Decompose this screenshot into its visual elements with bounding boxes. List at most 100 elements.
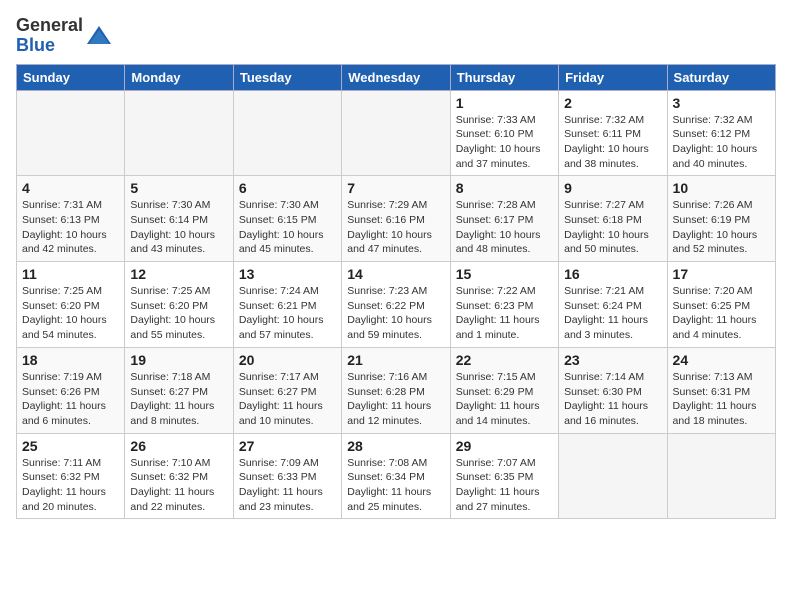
day-cell-27: 27 Sunrise: 7:09 AM Sunset: 6:33 PM Dayli… <box>233 433 341 519</box>
weekday-header-tuesday: Tuesday <box>233 64 341 90</box>
week-row-5: 25 Sunrise: 7:11 AM Sunset: 6:32 PM Dayli… <box>17 433 776 519</box>
day-cell-empty <box>342 90 450 176</box>
day-cell-1: 1 Sunrise: 7:33 AM Sunset: 6:10 PM Daylig… <box>450 90 558 176</box>
day-number: 26 <box>130 438 227 454</box>
day-cell-empty <box>17 90 125 176</box>
day-info: Sunrise: 7:21 AM Sunset: 6:24 PM Dayligh… <box>564 284 661 343</box>
day-number: 13 <box>239 266 336 282</box>
day-info: Sunrise: 7:22 AM Sunset: 6:23 PM Dayligh… <box>456 284 553 343</box>
day-info: Sunrise: 7:09 AM Sunset: 6:33 PM Dayligh… <box>239 456 336 515</box>
day-info: Sunrise: 7:17 AM Sunset: 6:27 PM Dayligh… <box>239 370 336 429</box>
day-info: Sunrise: 7:14 AM Sunset: 6:30 PM Dayligh… <box>564 370 661 429</box>
weekday-header-monday: Monday <box>125 64 233 90</box>
day-info: Sunrise: 7:25 AM Sunset: 6:20 PM Dayligh… <box>22 284 119 343</box>
day-number: 12 <box>130 266 227 282</box>
logo: General Blue <box>16 16 113 56</box>
day-number: 4 <box>22 180 119 196</box>
day-info: Sunrise: 7:11 AM Sunset: 6:32 PM Dayligh… <box>22 456 119 515</box>
day-number: 21 <box>347 352 444 368</box>
logo-blue: Blue <box>16 35 55 55</box>
day-number: 11 <box>22 266 119 282</box>
day-cell-29: 29 Sunrise: 7:07 AM Sunset: 6:35 PM Dayli… <box>450 433 558 519</box>
day-cell-4: 4 Sunrise: 7:31 AM Sunset: 6:13 PM Daylig… <box>17 176 125 262</box>
day-info: Sunrise: 7:32 AM Sunset: 6:11 PM Dayligh… <box>564 113 661 172</box>
day-number: 22 <box>456 352 553 368</box>
day-number: 18 <box>22 352 119 368</box>
day-number: 5 <box>130 180 227 196</box>
day-cell-empty <box>125 90 233 176</box>
day-info: Sunrise: 7:10 AM Sunset: 6:32 PM Dayligh… <box>130 456 227 515</box>
day-number: 1 <box>456 95 553 111</box>
day-number: 20 <box>239 352 336 368</box>
day-info: Sunrise: 7:23 AM Sunset: 6:22 PM Dayligh… <box>347 284 444 343</box>
day-cell-13: 13 Sunrise: 7:24 AM Sunset: 6:21 PM Dayli… <box>233 262 341 348</box>
day-cell-9: 9 Sunrise: 7:27 AM Sunset: 6:18 PM Daylig… <box>559 176 667 262</box>
day-info: Sunrise: 7:19 AM Sunset: 6:26 PM Dayligh… <box>22 370 119 429</box>
day-cell-15: 15 Sunrise: 7:22 AM Sunset: 6:23 PM Dayli… <box>450 262 558 348</box>
weekday-header-thursday: Thursday <box>450 64 558 90</box>
day-cell-21: 21Sunrise: 7:16 AM Sunset: 6:28 PM Dayli… <box>342 347 450 433</box>
day-number: 8 <box>456 180 553 196</box>
logo-icon <box>85 22 113 50</box>
day-cell-19: 19 Sunrise: 7:18 AM Sunset: 6:27 PM Dayli… <box>125 347 233 433</box>
day-cell-28: 28 Sunrise: 7:08 AM Sunset: 6:34 PM Dayli… <box>342 433 450 519</box>
day-number: 6 <box>239 180 336 196</box>
day-cell-20: 20 Sunrise: 7:17 AM Sunset: 6:27 PM Dayli… <box>233 347 341 433</box>
day-number: 19 <box>130 352 227 368</box>
day-info: Sunrise: 7:30 AM Sunset: 6:14 PM Dayligh… <box>130 198 227 257</box>
day-info: Sunrise: 7:24 AM Sunset: 6:21 PM Dayligh… <box>239 284 336 343</box>
day-info: Sunrise: 7:08 AM Sunset: 6:34 PM Dayligh… <box>347 456 444 515</box>
day-number: 16 <box>564 266 661 282</box>
day-cell-24: 24Sunrise: 7:13 AM Sunset: 6:31 PM Dayli… <box>667 347 775 433</box>
day-cell-empty <box>559 433 667 519</box>
day-cell-12: 12 Sunrise: 7:25 AM Sunset: 6:20 PM Dayli… <box>125 262 233 348</box>
day-cell-3: 3 Sunrise: 7:32 AM Sunset: 6:12 PM Daylig… <box>667 90 775 176</box>
day-info: Sunrise: 7:07 AM Sunset: 6:35 PM Dayligh… <box>456 456 553 515</box>
week-row-1: 1 Sunrise: 7:33 AM Sunset: 6:10 PM Daylig… <box>17 90 776 176</box>
day-cell-14: 14 Sunrise: 7:23 AM Sunset: 6:22 PM Dayli… <box>342 262 450 348</box>
day-cell-empty <box>667 433 775 519</box>
header: General Blue <box>16 16 776 56</box>
day-info: Sunrise: 7:26 AM Sunset: 6:19 PM Dayligh… <box>673 198 770 257</box>
logo-text: General Blue <box>16 16 83 56</box>
day-cell-22: 22Sunrise: 7:15 AM Sunset: 6:29 PM Dayli… <box>450 347 558 433</box>
day-number: 2 <box>564 95 661 111</box>
calendar-table: SundayMondayTuesdayWednesdayThursdayFrid… <box>16 64 776 520</box>
weekday-header-row: SundayMondayTuesdayWednesdayThursdayFrid… <box>17 64 776 90</box>
week-row-4: 18 Sunrise: 7:19 AM Sunset: 6:26 PM Dayli… <box>17 347 776 433</box>
day-cell-7: 7 Sunrise: 7:29 AM Sunset: 6:16 PM Daylig… <box>342 176 450 262</box>
day-info: Sunrise: 7:18 AM Sunset: 6:27 PM Dayligh… <box>130 370 227 429</box>
day-cell-25: 25 Sunrise: 7:11 AM Sunset: 6:32 PM Dayli… <box>17 433 125 519</box>
day-info: Sunrise: 7:27 AM Sunset: 6:18 PM Dayligh… <box>564 198 661 257</box>
week-row-2: 4 Sunrise: 7:31 AM Sunset: 6:13 PM Daylig… <box>17 176 776 262</box>
day-cell-26: 26 Sunrise: 7:10 AM Sunset: 6:32 PM Dayli… <box>125 433 233 519</box>
day-number: 27 <box>239 438 336 454</box>
day-info: Sunrise: 7:32 AM Sunset: 6:12 PM Dayligh… <box>673 113 770 172</box>
day-cell-6: 6Sunrise: 7:30 AM Sunset: 6:15 PM Daylig… <box>233 176 341 262</box>
weekday-header-sunday: Sunday <box>17 64 125 90</box>
weekday-header-friday: Friday <box>559 64 667 90</box>
day-number: 29 <box>456 438 553 454</box>
day-info: Sunrise: 7:33 AM Sunset: 6:10 PM Dayligh… <box>456 113 553 172</box>
day-number: 14 <box>347 266 444 282</box>
day-info: Sunrise: 7:31 AM Sunset: 6:13 PM Dayligh… <box>22 198 119 257</box>
day-number: 7 <box>347 180 444 196</box>
week-row-3: 11 Sunrise: 7:25 AM Sunset: 6:20 PM Dayli… <box>17 262 776 348</box>
day-number: 15 <box>456 266 553 282</box>
day-info: Sunrise: 7:25 AM Sunset: 6:20 PM Dayligh… <box>130 284 227 343</box>
day-number: 23 <box>564 352 661 368</box>
day-number: 3 <box>673 95 770 111</box>
day-number: 24 <box>673 352 770 368</box>
day-info: Sunrise: 7:29 AM Sunset: 6:16 PM Dayligh… <box>347 198 444 257</box>
day-cell-18: 18 Sunrise: 7:19 AM Sunset: 6:26 PM Dayli… <box>17 347 125 433</box>
logo-general: General <box>16 15 83 35</box>
day-cell-10: 10Sunrise: 7:26 AM Sunset: 6:19 PM Dayli… <box>667 176 775 262</box>
day-number: 25 <box>22 438 119 454</box>
day-number: 9 <box>564 180 661 196</box>
day-cell-2: 2 Sunrise: 7:32 AM Sunset: 6:11 PM Daylig… <box>559 90 667 176</box>
day-number: 28 <box>347 438 444 454</box>
day-cell-8: 8Sunrise: 7:28 AM Sunset: 6:17 PM Daylig… <box>450 176 558 262</box>
day-cell-empty <box>233 90 341 176</box>
day-cell-5: 5 Sunrise: 7:30 AM Sunset: 6:14 PM Daylig… <box>125 176 233 262</box>
day-cell-17: 17Sunrise: 7:20 AM Sunset: 6:25 PM Dayli… <box>667 262 775 348</box>
